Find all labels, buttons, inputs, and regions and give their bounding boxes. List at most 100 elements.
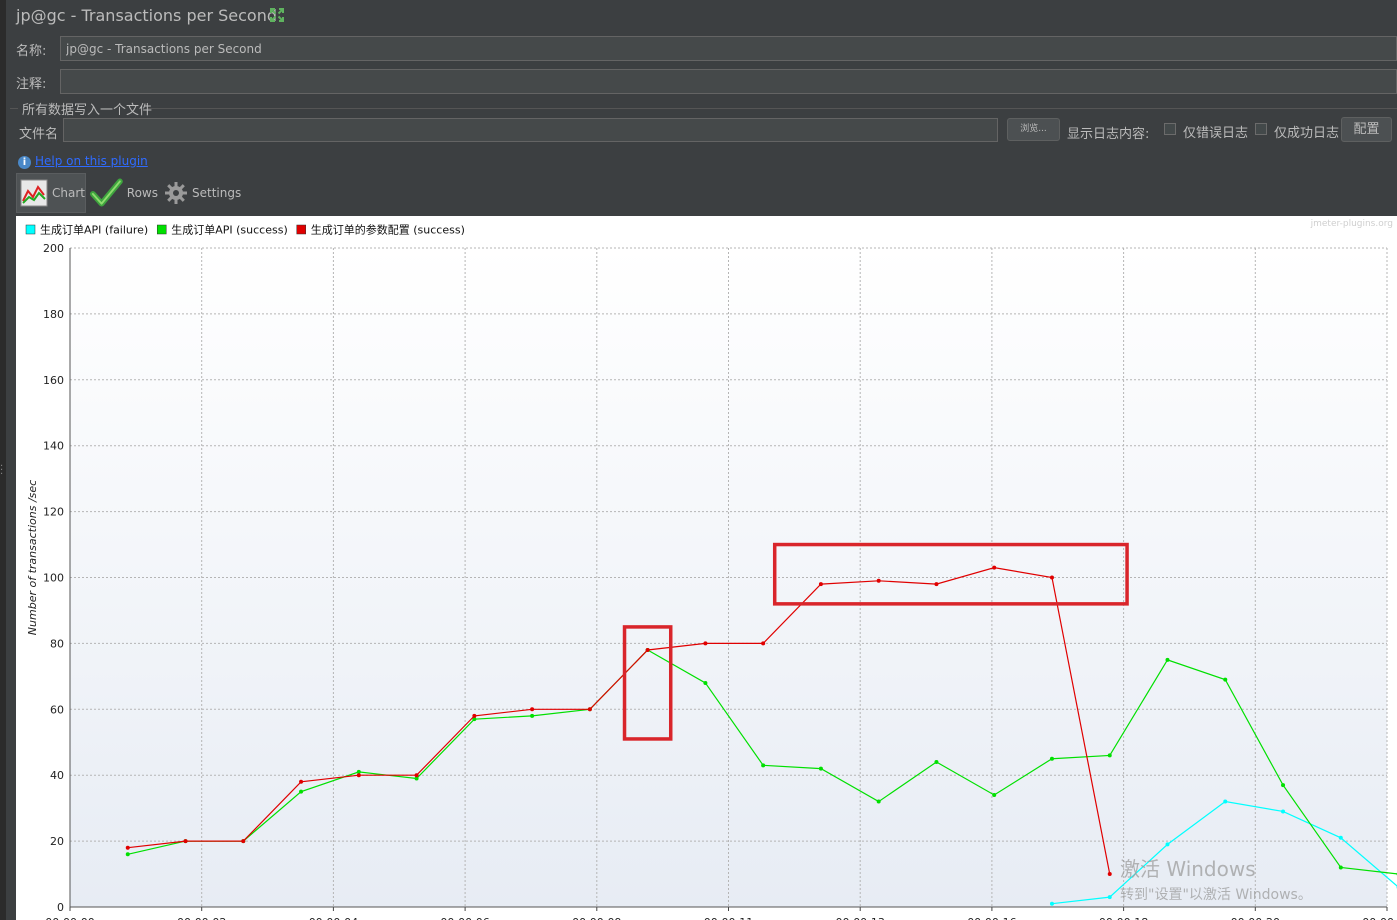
legend-swatch	[296, 224, 306, 235]
x-tick-label: 00:00:13	[835, 916, 884, 920]
tab-chart[interactable]: Chart	[16, 173, 86, 213]
help-link[interactable]: Help on this plugin	[35, 154, 148, 168]
data-point	[934, 582, 939, 587]
y-tick-label: 140	[43, 440, 64, 453]
x-tick-label: 00:00:09	[572, 916, 621, 920]
data-point	[1049, 575, 1054, 580]
legend-label: 生成订单API (failure)	[40, 223, 148, 237]
data-point	[992, 792, 997, 797]
data-point	[1338, 835, 1343, 840]
data-point	[1107, 895, 1112, 900]
y-tick-label: 100	[43, 572, 64, 585]
log-content-label: 显示日志内容:	[1067, 127, 1150, 142]
data-point	[530, 713, 535, 718]
data-point	[1223, 799, 1228, 804]
data-point	[587, 707, 592, 712]
group-border-left	[10, 108, 18, 109]
legend-label: 生成订单API (success)	[171, 223, 288, 237]
x-tick-label: 00:00:06	[440, 916, 489, 920]
legend-label: 生成订单的参数配置 (success)	[311, 223, 465, 237]
y-tick-label: 160	[43, 374, 64, 387]
data-point	[761, 641, 766, 646]
y-tick-label: 200	[43, 242, 64, 255]
y-tick-label: 120	[43, 506, 64, 519]
x-tick-label: 00:00:11	[704, 916, 753, 920]
y-tick-label: 0	[57, 901, 64, 914]
tps-chart: 0 20 40 60 80 100 120 140 160 180 200 00:00:00 00:00…	[25, 219, 1397, 920]
x-tick-label: 00:00:23	[1362, 916, 1397, 920]
data-point	[299, 779, 304, 784]
data-point	[703, 680, 708, 685]
x-tick-label: 00:00:16	[967, 916, 1016, 920]
data-point	[1223, 677, 1228, 682]
data-point	[645, 647, 650, 652]
success-only-checkbox[interactable]	[1255, 123, 1267, 135]
filename-label: 文件名	[19, 127, 59, 142]
credit-text: jmeter-plugins.org	[1310, 219, 1393, 229]
legend-swatch	[156, 224, 167, 235]
group-border-right	[148, 108, 1397, 109]
info-icon: i	[18, 156, 31, 169]
data-point	[934, 760, 939, 765]
data-point	[1281, 783, 1286, 788]
left-rail	[0, 0, 6, 920]
x-tick-label: 00:00:20	[1231, 916, 1280, 920]
comment-label: 注释:	[16, 77, 47, 92]
y-tick-label: 20	[50, 835, 64, 848]
x-tick-label: 00:00:00	[45, 916, 94, 920]
data-point	[761, 763, 766, 768]
activation-watermark-title: 激活 Windows	[1120, 857, 1256, 881]
gear-icon	[165, 182, 187, 204]
y-tick-label: 40	[50, 769, 64, 782]
checkmark-icon	[90, 178, 123, 207]
x-tick-label: 00:00:02	[177, 916, 226, 920]
name-label: 名称:	[16, 44, 47, 59]
data-point	[818, 582, 823, 587]
data-point	[992, 565, 997, 570]
errors-only-label: 仅错误日志	[1183, 126, 1249, 141]
tab-rows-label: Rows	[126, 186, 158, 200]
data-point	[472, 713, 477, 718]
tab-rows[interactable]: Rows	[90, 173, 158, 213]
data-point	[818, 766, 823, 771]
window-title: jp@gc - Transactions per Second	[16, 6, 277, 25]
activation-watermark-subtitle: 转到"设置"以激活 Windows。	[1120, 886, 1312, 903]
legend: 生成订单API (failure) 生成订单API (success) 生成订单的参…	[25, 223, 465, 237]
x-tick-label: 00:00:04	[309, 916, 358, 920]
data-point	[1107, 753, 1112, 758]
data-point	[125, 852, 130, 857]
expand-icon[interactable]	[268, 6, 286, 24]
data-point	[1338, 865, 1343, 870]
data-point	[1281, 809, 1286, 814]
chart-panel: 0 20 40 60 80 100 120 140 160 180 200 00:00:00 00:00…	[16, 216, 1397, 920]
data-point	[703, 641, 708, 646]
data-point	[1165, 657, 1170, 662]
y-tick-label: 180	[43, 308, 64, 321]
data-point	[414, 773, 419, 778]
data-point	[1049, 901, 1054, 906]
errors-only-checkbox[interactable]	[1164, 123, 1176, 135]
filename-field[interactable]	[63, 118, 998, 142]
data-point	[125, 845, 130, 850]
name-field[interactable]	[60, 36, 1397, 61]
data-point	[1165, 842, 1170, 847]
data-point	[530, 707, 535, 712]
tab-chart-label: Chart	[52, 186, 85, 200]
legend-swatch	[25, 224, 36, 235]
x-tick-label: 00:00:18	[1099, 916, 1148, 920]
group-title: 所有数据写入一个文件	[22, 103, 153, 118]
data-point	[876, 578, 881, 583]
y-tick-label: 80	[50, 637, 64, 650]
data-point	[299, 789, 304, 794]
data-point	[356, 773, 361, 778]
y-axis-label: Number of transactions /sec	[26, 480, 39, 635]
comment-field[interactable]	[60, 69, 1397, 94]
chart-icon	[20, 179, 48, 207]
splitter-handle[interactable]: · · ·	[0, 462, 4, 480]
browse-button[interactable]: 浏览...	[1007, 118, 1060, 141]
data-point	[241, 839, 246, 844]
tab-settings[interactable]: Settings	[164, 173, 244, 213]
data-point	[876, 799, 881, 804]
config-button[interactable]: 配置	[1341, 117, 1392, 142]
y-tick-label: 60	[50, 703, 64, 716]
